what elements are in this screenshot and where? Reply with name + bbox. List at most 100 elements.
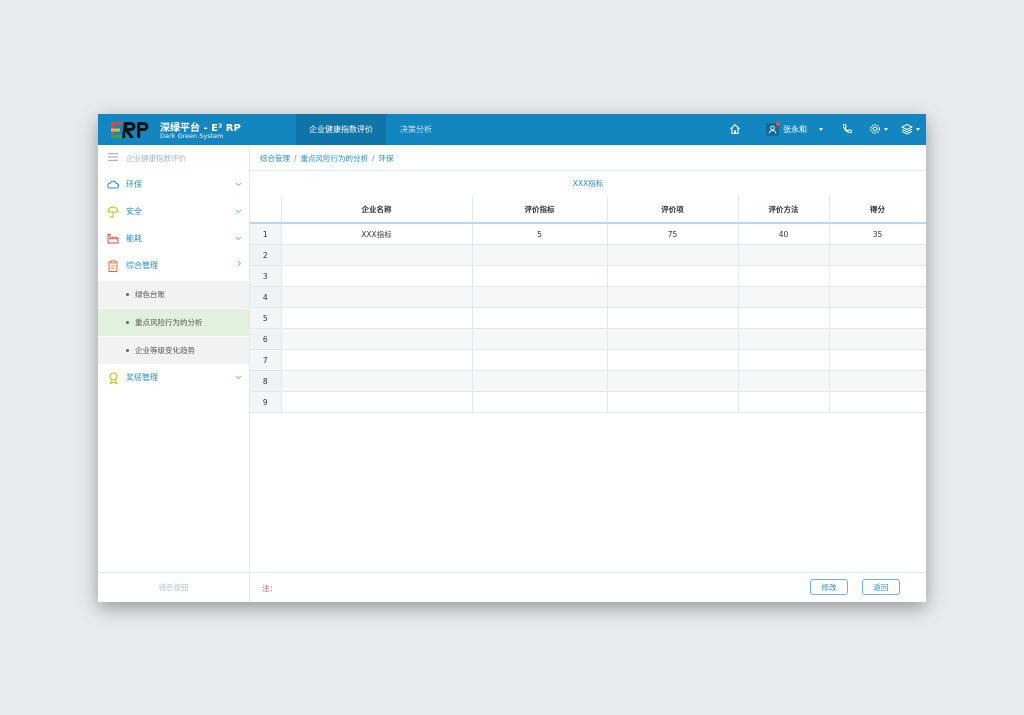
table-cell[interactable] [281,349,473,371]
table-cell[interactable] [829,307,926,329]
table-cell[interactable] [738,244,830,266]
table-cell[interactable] [829,370,926,392]
table-cell[interactable] [472,328,608,350]
chevron-down-icon [235,373,242,382]
sidebar-subitem-label: 企业等级变化趋势 [135,346,195,355]
sidebar-subitem-grade-trend[interactable]: 企业等级变化趋势 [98,337,249,364]
table-cell[interactable] [281,391,473,413]
table-cell[interactable] [472,391,608,413]
sidebar-item-safety[interactable]: 安全 [98,198,249,225]
table-cell[interactable] [472,370,608,392]
sidebar-item-label: 安全 [126,207,142,216]
table-cell[interactable]: 5 [472,223,608,245]
table-row[interactable]: 1 XXX指标 5 75 40 35 [250,223,926,245]
bullet-icon [126,293,129,296]
sidebar-item-environment[interactable]: 环保 [98,171,249,198]
table-cell[interactable] [281,265,473,287]
data-table: 企业名称 评价指标 评价项 评价方法 得分 1 XXX指标 5 75 40 35 2 3 4 5 6… [250,196,926,413]
row-number-cell: 8 [250,370,282,392]
table-cell[interactable]: 40 [738,223,830,245]
column-header[interactable]: 评价方法 [738,196,830,224]
sidebar-header-label: 企业健康指数评价 [126,153,186,163]
award-icon [107,372,119,384]
sidebar-item-energy[interactable]: 能耗 [98,225,249,252]
column-header[interactable]: 得分 [829,196,926,224]
table-cell[interactable] [829,391,926,413]
table-cell[interactable] [738,307,830,329]
erp-logo-icon [110,120,152,140]
user-menu[interactable]: 张永和 [766,121,823,137]
row-number-cell: 6 [250,328,282,350]
table-cell[interactable] [607,349,739,371]
breadcrumb-item[interactable]: 综合管理 [260,154,290,163]
column-header[interactable]: 评价项 [607,196,739,224]
table-cell[interactable] [607,391,739,413]
breadcrumb: 综合管理 / 重点风险行为的分析 / 环保 [260,153,394,164]
tab-health-index[interactable]: 企业健康指数评价 [296,114,386,145]
table-cell[interactable]: XXX指标 [281,223,473,245]
breadcrumb-separator: / [294,154,297,163]
layers-menu[interactable] [901,122,920,136]
table-cell[interactable] [472,307,608,329]
tab-decision-analysis[interactable]: 决策分析 [388,114,444,145]
table-cell[interactable] [472,265,608,287]
back-button[interactable]: 返回 [862,579,900,595]
table-body: 1 XXX指标 5 75 40 35 2 3 4 5 6 7 8 9 [250,223,926,413]
table-cell[interactable] [281,244,473,266]
chevron-down-icon [235,207,242,216]
table-cell[interactable] [281,307,473,329]
row-number-cell: 7 [250,349,282,371]
sidebar-item-rewards-penalties[interactable]: 奖惩管理 [98,364,249,391]
table-cell[interactable] [607,244,739,266]
sidebar-item-general-management[interactable]: 综合管理 [98,252,249,279]
table-cell[interactable] [738,265,830,287]
table-cell[interactable] [607,370,739,392]
sidebar-footer-button[interactable]: 待示按钮 [98,572,249,602]
table-cell[interactable]: 75 [607,223,739,245]
table-cell[interactable] [607,328,739,350]
layers-icon [901,123,913,135]
table-cell[interactable] [472,286,608,308]
table-cell[interactable] [829,286,926,308]
settings-menu[interactable] [869,122,888,136]
table-cell[interactable] [281,286,473,308]
table-cell[interactable] [738,286,830,308]
phone-icon[interactable] [841,122,853,136]
table-cell[interactable] [738,370,830,392]
breadcrumb-item[interactable]: 重点风险行为的分析 [301,154,369,163]
table-cell[interactable] [607,307,739,329]
home-icon[interactable] [729,122,741,136]
table-row[interactable]: 3 [250,265,926,287]
table-row[interactable]: 9 [250,391,926,413]
sidebar-subitem-green-ledger[interactable]: 绿色台账 [98,281,249,308]
table-cell[interactable] [738,328,830,350]
table-cell[interactable] [829,328,926,350]
edit-button[interactable]: 修改 [810,579,848,595]
table-cell[interactable] [829,265,926,287]
table-cell[interactable] [607,265,739,287]
table-cell[interactable] [738,391,830,413]
breadcrumb-item[interactable]: 环保 [379,154,394,163]
table-cell[interactable] [472,244,608,266]
menu-toggle-icon[interactable] [108,153,118,163]
table-cell[interactable] [829,349,926,371]
main-content: 综合管理 / 重点风险行为的分析 / 环保 XXX指标 企业名称 评价指标 评价项 评价… [250,145,926,602]
table-row[interactable]: 6 [250,328,926,350]
table-cell[interactable] [738,349,830,371]
table-cell[interactable] [281,370,473,392]
table-cell[interactable] [472,349,608,371]
table-row[interactable]: 4 [250,286,926,308]
table-cell[interactable] [281,328,473,350]
table-cell[interactable] [607,286,739,308]
table-row[interactable]: 2 [250,244,926,266]
table-cell[interactable] [829,244,926,266]
table-row[interactable]: 8 [250,370,926,392]
table-row[interactable]: 5 [250,307,926,329]
column-header[interactable]: 评价指标 [472,196,608,224]
sidebar-subitem-risk-behavior-analysis[interactable]: 重点风险行为的分析 [98,309,249,336]
note-label: 注： [262,584,277,593]
column-header[interactable]: 企业名称 [281,196,473,224]
table-cell[interactable]: 35 [829,223,926,245]
sidebar: 企业健康指数评价 环保 安全 能耗 综合管理 绿色台账 重点风险行为的分析 企业… [98,145,250,602]
table-row[interactable]: 7 [250,349,926,371]
